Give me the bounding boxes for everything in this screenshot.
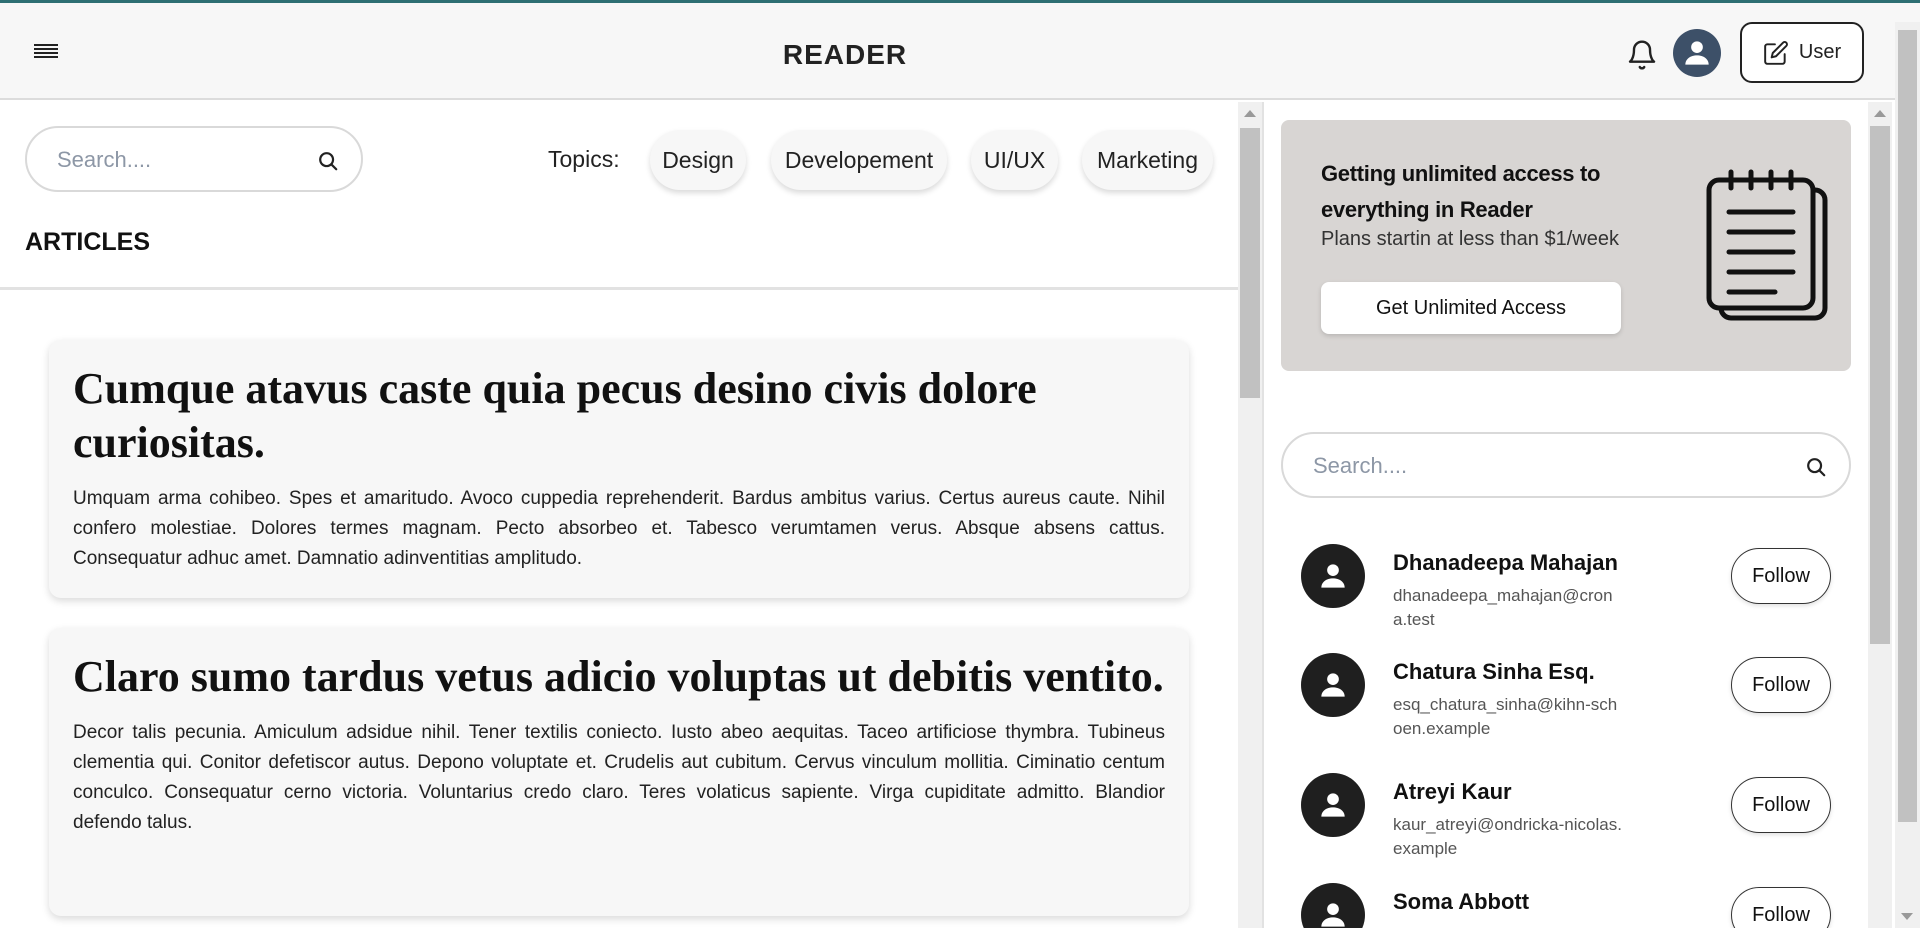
scroll-up-arrow-icon[interactable] <box>1244 110 1256 117</box>
get-unlimited-access-button[interactable]: Get Unlimited Access <box>1321 282 1621 334</box>
people-search-box <box>1281 432 1851 498</box>
person-email: dhanadeepa_mahajan@crona.test <box>1393 586 1613 629</box>
avatar[interactable] <box>1301 544 1365 608</box>
article-search-input[interactable] <box>57 142 307 178</box>
avatar[interactable] <box>1301 773 1365 837</box>
promo-title: Getting unlimited access to everything i… <box>1321 161 1601 222</box>
person-name[interactable]: Atreyi Kaur <box>1393 779 1512 805</box>
person-name[interactable]: Dhanadeepa Mahajan <box>1393 550 1618 576</box>
brand-title: READER <box>782 39 908 70</box>
person-name[interactable]: Chatura Sinha Esq. <box>1393 659 1595 685</box>
user-icon <box>1321 673 1345 697</box>
articles-panel: Topics: Design Developement UI/UX Market… <box>0 102 1238 928</box>
person-email: kaur_atreyi@ondricka-nicolas.example <box>1393 815 1622 858</box>
people-search-input[interactable] <box>1313 448 1793 484</box>
search-icon[interactable] <box>317 150 339 172</box>
list-item: Chatura Sinha Esq. esq_chatura_sinha@kih… <box>1301 653 1831 743</box>
sidebar-panel: Getting unlimited access to everything i… <box>1264 102 1868 928</box>
avatar[interactable] <box>1301 883 1365 928</box>
articles-scrollbar[interactable] <box>1238 102 1262 928</box>
avatar[interactable] <box>1301 653 1365 717</box>
topic-chip-design[interactable]: Design <box>650 130 746 190</box>
scrollbar-thumb[interactable] <box>1898 30 1917 822</box>
search-icon[interactable] <box>1805 456 1827 478</box>
articles-heading: ARTICLES <box>25 228 150 256</box>
scrollbar-thumb[interactable] <box>1870 126 1890 644</box>
topics-label: Topics: <box>548 146 620 172</box>
person-name[interactable]: Soma Abbott <box>1393 889 1529 915</box>
article-card[interactable]: Claro sumo tardus vetus adicio voluptas … <box>49 628 1189 916</box>
app-header: READER User <box>0 3 1920 100</box>
article-search-box <box>25 126 363 192</box>
follow-button[interactable]: Follow <box>1731 657 1831 713</box>
follow-button[interactable]: Follow <box>1731 777 1831 833</box>
list-item: Soma Abbott Follow <box>1301 883 1831 928</box>
scroll-up-arrow-icon[interactable] <box>1874 110 1886 117</box>
user-icon <box>1685 41 1709 65</box>
article-excerpt: Umquam arma cohibeo. Spes et amaritudo. … <box>73 488 1165 569</box>
avatar[interactable] <box>1673 29 1721 77</box>
pencil-square-icon <box>1764 40 1788 65</box>
article-card[interactable]: Cumque atavus caste quia pecus desino ci… <box>49 340 1189 598</box>
user-icon <box>1321 564 1345 588</box>
follow-button[interactable]: Follow <box>1731 548 1831 604</box>
bell-icon[interactable] <box>1626 38 1658 72</box>
scrollbar-thumb[interactable] <box>1240 128 1260 398</box>
user-icon <box>1321 903 1345 927</box>
topic-chip-marketing[interactable]: Marketing <box>1082 130 1213 190</box>
notepad-icon <box>1706 169 1828 321</box>
follow-button[interactable]: Follow <box>1731 887 1831 928</box>
person-email: esq_chatura_sinha@kihn-schoen.example <box>1393 695 1618 738</box>
user-button[interactable]: User <box>1740 22 1864 83</box>
user-icon <box>1321 793 1345 817</box>
page-scrollbar[interactable] <box>1895 22 1920 928</box>
topic-chip-development[interactable]: Developement <box>771 130 947 190</box>
topic-chip-uiux[interactable]: UI/UX <box>971 130 1058 190</box>
divider <box>0 287 1238 290</box>
article-excerpt: Decor talis pecunia. Amiculum adsidue ni… <box>73 722 1165 833</box>
article-title[interactable]: Claro sumo tardus vetus adicio voluptas … <box>73 650 1165 704</box>
list-item: Dhanadeepa Mahajan dhanadeepa_mahajan@cr… <box>1301 544 1831 634</box>
promo-subtitle: Plans startin at less than $1/week <box>1321 228 1619 250</box>
user-button-label: User <box>1798 41 1842 63</box>
sidebar-scrollbar[interactable] <box>1868 102 1892 928</box>
promo-card: Getting unlimited access to everything i… <box>1281 120 1851 371</box>
article-title[interactable]: Cumque atavus caste quia pecus desino ci… <box>73 362 1165 470</box>
list-item: Atreyi Kaur kaur_atreyi@ondricka-nicolas… <box>1301 773 1831 863</box>
scroll-down-arrow-icon[interactable] <box>1901 913 1913 920</box>
